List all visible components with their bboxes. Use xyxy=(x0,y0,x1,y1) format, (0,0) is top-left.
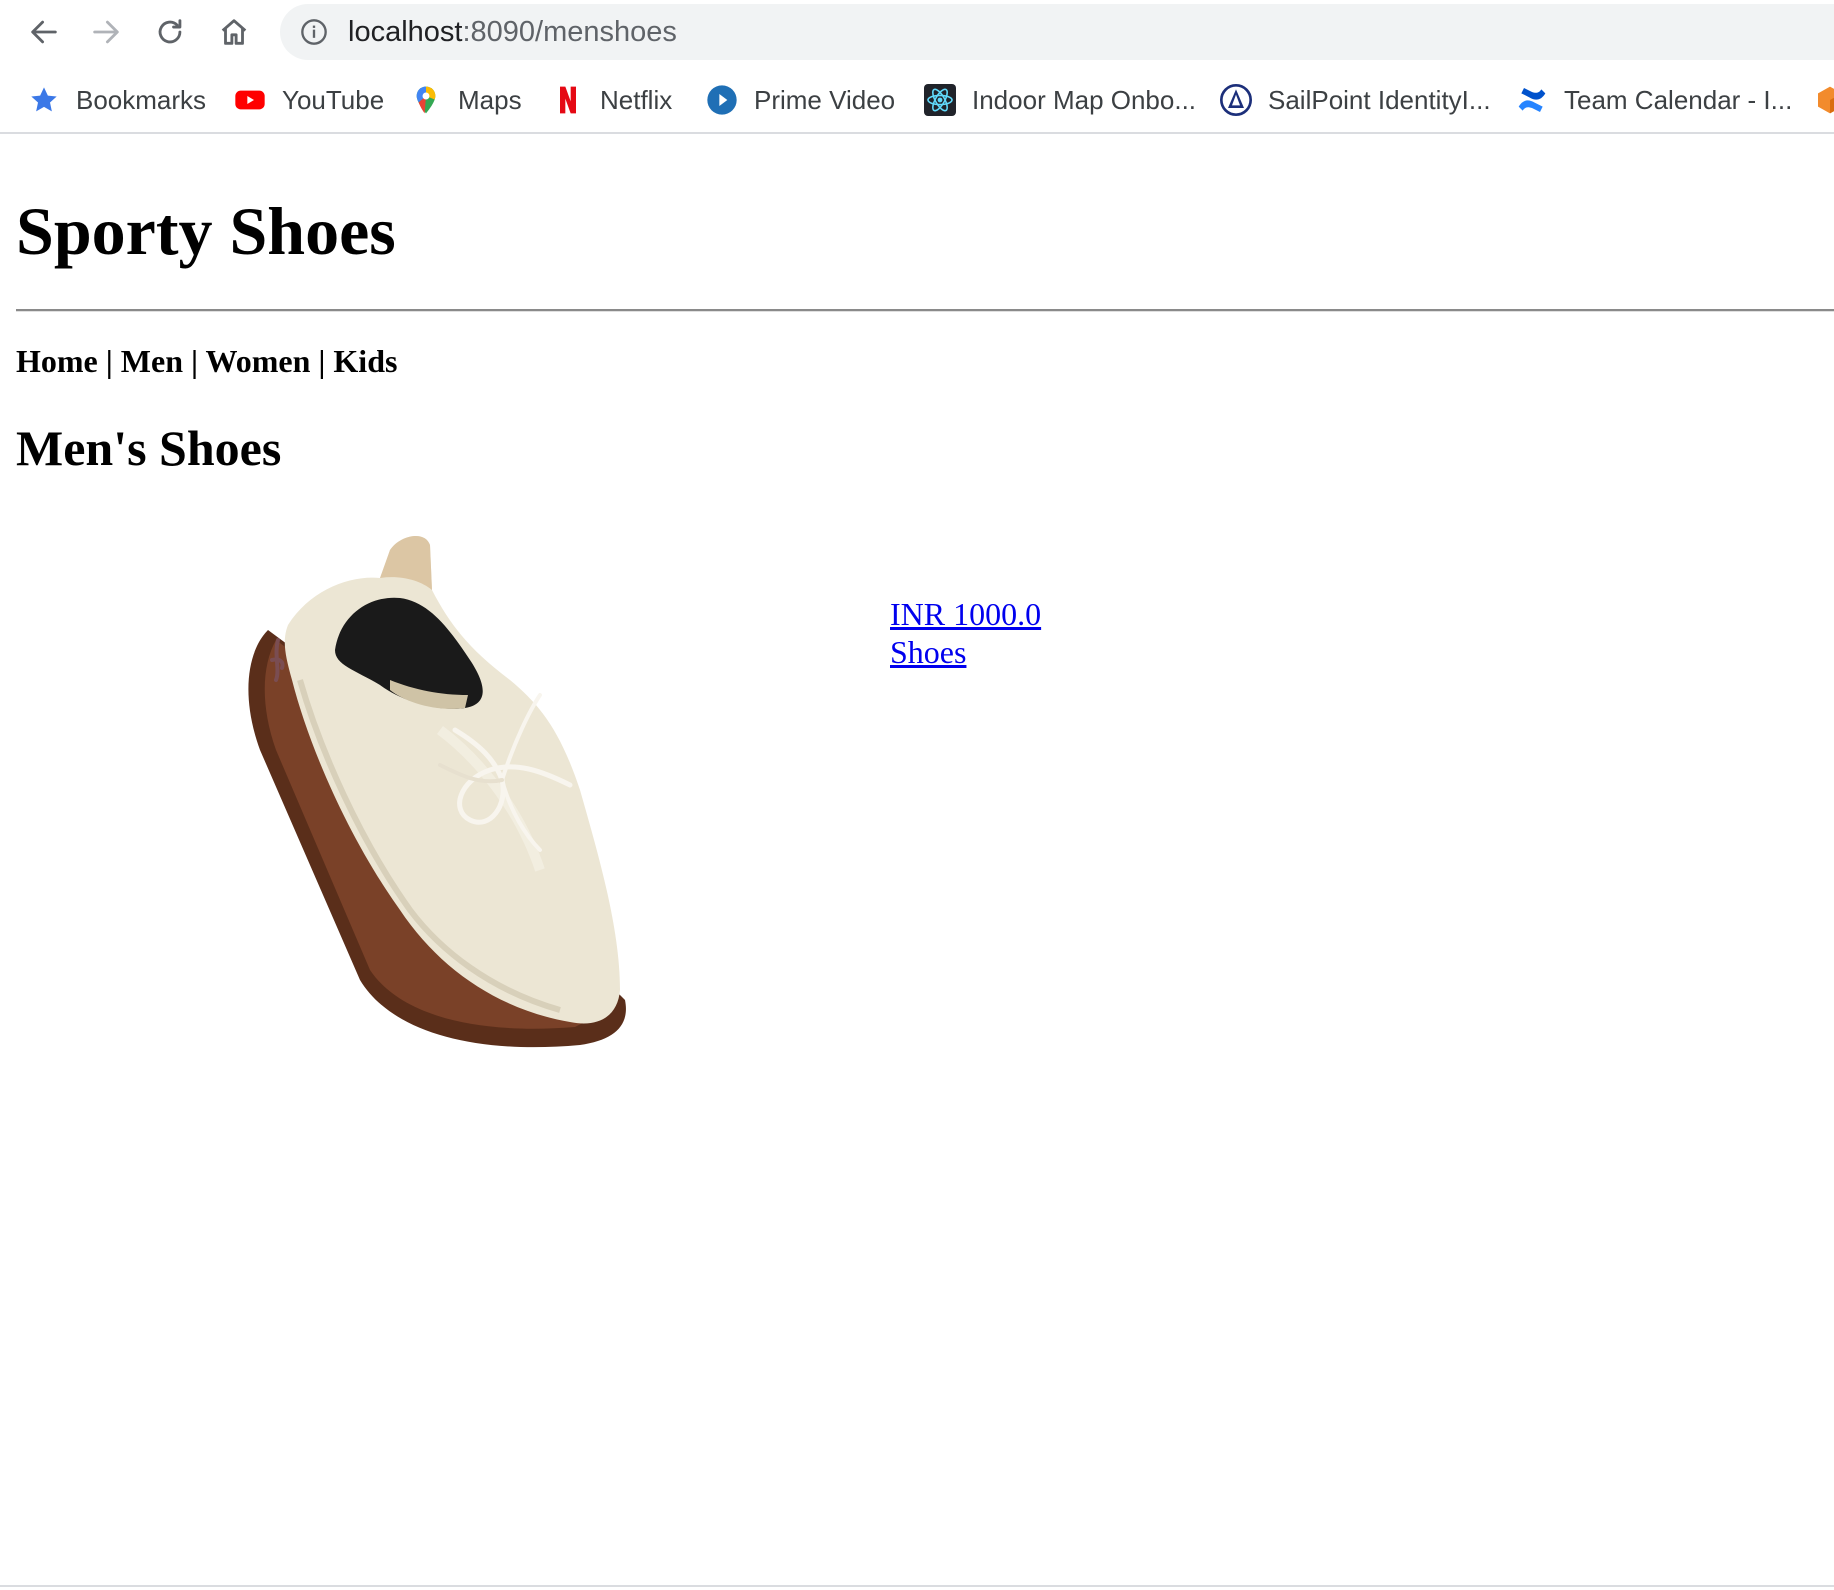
bookmark-label: Maps xyxy=(458,84,522,115)
menu-home[interactable]: Home xyxy=(16,343,98,379)
menu-separator: | xyxy=(97,343,121,379)
menu-kids[interactable]: Kids xyxy=(333,343,397,379)
bookmark-label: YouTube xyxy=(282,84,385,115)
reload-button[interactable] xyxy=(150,12,190,52)
product-info: INR 1000.0 Shoes xyxy=(890,595,1041,671)
sneaker-product-image[interactable] xyxy=(240,530,650,1050)
menu-separator: | xyxy=(310,343,334,379)
url-path: :8090/menshoes xyxy=(462,16,677,48)
bookmark-label: Indoor Map Onbo... xyxy=(972,84,1197,115)
bookmark-label: Prime Video xyxy=(754,84,896,115)
bookmark-label: Netflix xyxy=(600,84,673,115)
back-arrow-icon xyxy=(31,20,57,44)
address-bar[interactable]: localhost:8090/menshoes xyxy=(280,4,1834,60)
star-icon xyxy=(28,84,60,116)
header-divider xyxy=(16,309,1834,312)
product-name-link[interactable]: Shoes xyxy=(890,633,1041,671)
menu-separator: | xyxy=(183,343,206,379)
netflix-icon xyxy=(552,84,584,116)
forward-arrow-icon xyxy=(93,20,119,44)
bookmark-prime-video[interactable]: Prime Video xyxy=(706,82,895,118)
confluence-icon xyxy=(1516,84,1548,116)
product-price-link[interactable]: INR 1000.0 xyxy=(890,595,1041,633)
bookmark-bookmarks[interactable]: Bookmarks xyxy=(28,82,206,118)
youtube-icon xyxy=(234,84,266,116)
bookmark-label: SailPoint IdentityI... xyxy=(1268,84,1491,115)
bookmarks-bar: Bookmarks YouTube Maps Netflix Prime Vid xyxy=(0,64,1834,134)
bookmark-overflow[interactable] xyxy=(1814,82,1834,118)
sailpoint-icon xyxy=(1220,84,1252,116)
maps-pin-icon xyxy=(410,84,442,116)
section-title: Men's Shoes xyxy=(16,420,282,476)
reload-icon xyxy=(158,19,182,44)
browser-toolbar: localhost:8090/menshoes xyxy=(0,0,1834,64)
prime-video-icon xyxy=(706,84,738,116)
home-icon xyxy=(221,19,247,45)
url-host: localhost xyxy=(348,16,463,48)
bookmark-sailpoint[interactable]: SailPoint IdentityI... xyxy=(1220,82,1491,118)
forward-button[interactable] xyxy=(86,12,126,52)
url-text[interactable]: localhost:8090/menshoes xyxy=(348,16,677,49)
site-title: Sporty Shoes xyxy=(16,193,396,269)
menu-women[interactable]: Women xyxy=(205,343,310,379)
bookmark-netflix[interactable]: Netflix xyxy=(552,82,672,118)
react-atom-icon xyxy=(924,84,956,116)
bookmark-team-calendar[interactable]: Team Calendar - I... xyxy=(1516,82,1792,118)
bookmark-youtube[interactable]: YouTube xyxy=(234,82,384,118)
bookmark-indoor-map[interactable]: Indoor Map Onbo... xyxy=(924,82,1196,118)
bookmark-label: Bookmarks xyxy=(76,84,207,115)
back-button[interactable] xyxy=(24,12,64,52)
bookmark-label: Team Calendar - I... xyxy=(1564,84,1793,115)
page-bottom-border xyxy=(0,1585,1834,1587)
bookmark-maps[interactable]: Maps xyxy=(410,82,522,118)
package-icon xyxy=(1814,84,1834,116)
menu-men[interactable]: Men xyxy=(121,343,183,379)
home-button[interactable] xyxy=(214,12,254,52)
main-menu: Home | Men | Women | Kids xyxy=(16,343,397,380)
site-info-icon[interactable] xyxy=(300,18,328,46)
